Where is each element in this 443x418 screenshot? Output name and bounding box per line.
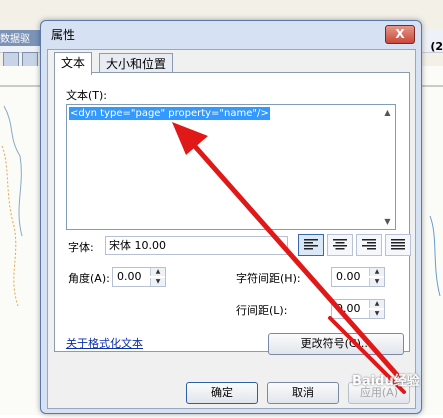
watermark: Baidu经验 — [352, 374, 420, 389]
annotation-arrow-shaft — [189, 140, 401, 379]
tab-text[interactable]: 文本 — [54, 52, 93, 75]
annotation-arrow-head — [172, 122, 208, 155]
